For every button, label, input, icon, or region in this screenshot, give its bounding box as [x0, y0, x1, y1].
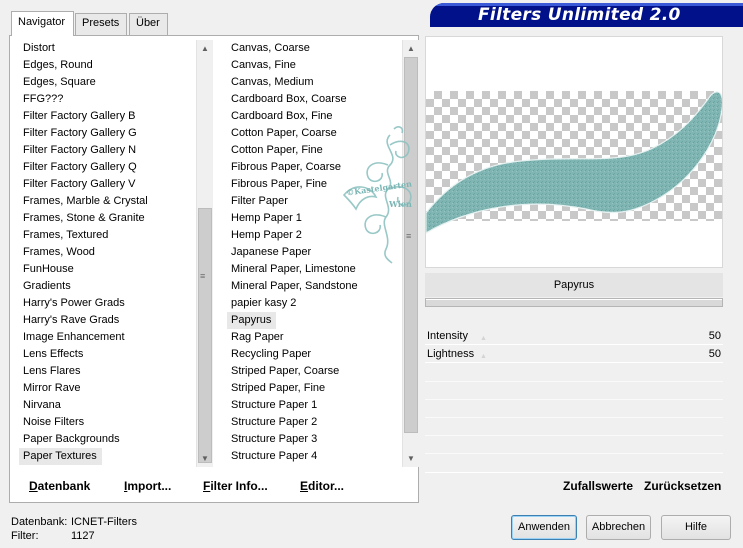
list-item[interactable]: Edges, Round — [19, 57, 196, 74]
list-item[interactable]: Harry's Power Grads — [19, 295, 196, 312]
scroll-down-arrow-icon[interactable]: ▼ — [197, 450, 213, 467]
list-item[interactable]: Frames, Stone & Granite — [19, 210, 196, 227]
scroll-up-arrow-icon[interactable]: ▲ — [403, 40, 419, 57]
divider — [425, 417, 723, 418]
tab-presets[interactable]: Presets — [75, 13, 127, 35]
list-item[interactable]: Structure Paper 2 — [227, 414, 402, 431]
list-item[interactable]: FFG??? — [19, 91, 196, 108]
watermark-text: Wien — [389, 199, 412, 209]
slider-thumb-icon[interactable]: ▲ — [480, 353, 488, 360]
list-item[interactable]: Structure Paper 3 — [227, 431, 402, 448]
list-item[interactable]: Papyrus — [227, 312, 277, 329]
list-item[interactable]: Canvas, Medium — [227, 74, 402, 91]
parameter-value: 50 — [708, 348, 721, 360]
list-item[interactable]: Frames, Marble & Crystal — [19, 193, 196, 210]
reset-button[interactable]: Zurücksetzen — [644, 479, 721, 493]
slider-thumb-icon[interactable]: ▲ — [480, 335, 488, 342]
product-title: Filters Unlimited 2.0 — [478, 5, 681, 25]
list-item[interactable]: Striped Paper, Fine — [227, 380, 402, 397]
list-item[interactable]: Paper Backgrounds — [19, 431, 196, 448]
list-item[interactable]: FunHouse — [19, 261, 196, 278]
help-button[interactable]: Hilfe — [661, 515, 731, 540]
product-banner: Filters Unlimited 2.0 — [430, 3, 743, 27]
scroll-up-arrow-icon[interactable]: ▲ — [197, 40, 213, 57]
cancel-button[interactable]: Abbrechen — [586, 515, 651, 540]
list-item[interactable]: Frames, Wood — [19, 244, 196, 261]
tab-uber[interactable]: Über — [129, 13, 168, 35]
list-item[interactable]: Gradients — [19, 278, 196, 295]
list-item[interactable]: Image Enhancement — [19, 329, 196, 346]
divider — [425, 453, 723, 454]
divider — [425, 381, 723, 382]
scroll-thumb[interactable] — [198, 208, 212, 463]
filter-count-value: 1127 — [71, 530, 95, 542]
list-item[interactable]: Distort — [19, 40, 196, 57]
watermark-graphic — [342, 126, 412, 264]
list-item[interactable]: Mirror Rave — [19, 380, 196, 397]
list-item[interactable]: Recycling Paper — [227, 346, 402, 363]
list-item[interactable]: Structure Paper 1 — [227, 397, 402, 414]
parameter-label: Intensity — [427, 330, 468, 342]
preview-pane — [425, 36, 723, 268]
list-item[interactable]: Canvas, Fine — [227, 57, 402, 74]
category-list[interactable]: Distort Edges, Round Edges, Square FFG??? Fi… — [19, 40, 196, 467]
random-values-button[interactable]: Zufallswerte — [563, 479, 633, 493]
list-item[interactable]: Cardboard Box, Fine — [227, 108, 402, 125]
list-item[interactable]: Lens Effects — [19, 346, 196, 363]
divider — [425, 435, 723, 436]
list-item[interactable]: Paper Textures — [19, 448, 102, 465]
grip-icon: ≡ — [200, 271, 206, 281]
preview-image — [426, 91, 722, 234]
parameter-row-lightness[interactable]: Lightness ▲ 50 — [425, 345, 723, 363]
filter-info-button[interactable]: Filter Info... — [203, 479, 268, 493]
list-item[interactable]: Frames, Textured — [19, 227, 196, 244]
list-item[interactable]: Filter Factory Gallery B — [19, 108, 196, 125]
list-item[interactable]: Lens Flares — [19, 363, 196, 380]
list-item[interactable]: Filter Factory Gallery Q — [19, 159, 196, 176]
list-item[interactable]: Canvas, Coarse — [227, 40, 402, 57]
parameter-row-intensity[interactable]: Intensity ▲ 50 — [425, 327, 723, 345]
list-item[interactable]: Filter Factory Gallery N — [19, 142, 196, 159]
filter-count-label: Filter: — [11, 530, 39, 542]
list-item[interactable]: Filter Factory Gallery V — [19, 176, 196, 193]
list-item[interactable]: Harry's Rave Grads — [19, 312, 196, 329]
selected-filter-name: Papyrus — [425, 273, 723, 297]
datenbank-button[interactable]: Datenbank — [29, 479, 90, 493]
divider — [425, 399, 723, 400]
list-item[interactable]: Nirvana — [19, 397, 196, 414]
editor-button[interactable]: Editor... — [300, 479, 344, 493]
scroll-down-arrow-icon[interactable]: ▼ — [403, 450, 419, 467]
list-item[interactable]: Rag Paper — [227, 329, 402, 346]
parameters-panel: Intensity ▲ 50 Lightness ▲ 50 — [425, 327, 723, 469]
parameter-label: Lightness — [427, 348, 475, 360]
list-item[interactable]: Structure Paper 4 — [227, 448, 402, 465]
category-scrollbar[interactable]: ▲ ≡ ▼ — [196, 40, 213, 467]
parameter-value: 50 — [708, 330, 721, 342]
import-button[interactable]: Import... — [124, 479, 171, 493]
tab-navigator[interactable]: Navigator — [11, 11, 74, 36]
list-item[interactable]: Filter Factory Gallery G — [19, 125, 196, 142]
list-item[interactable]: Edges, Square — [19, 74, 196, 91]
database-status-label: Datenbank: — [11, 516, 68, 528]
list-item[interactable]: Mineral Paper, Sandstone — [227, 278, 402, 295]
list-item[interactable]: Striped Paper, Coarse — [227, 363, 402, 380]
preview-zoom-slider[interactable] — [425, 298, 723, 307]
list-item[interactable]: papier kasy 2 — [227, 295, 402, 312]
list-item[interactable]: Noise Filters — [19, 414, 196, 431]
database-status-value: ICNET-Filters — [71, 516, 137, 528]
list-item[interactable]: Cardboard Box, Coarse — [227, 91, 402, 108]
apply-button[interactable]: Anwenden — [511, 515, 577, 540]
